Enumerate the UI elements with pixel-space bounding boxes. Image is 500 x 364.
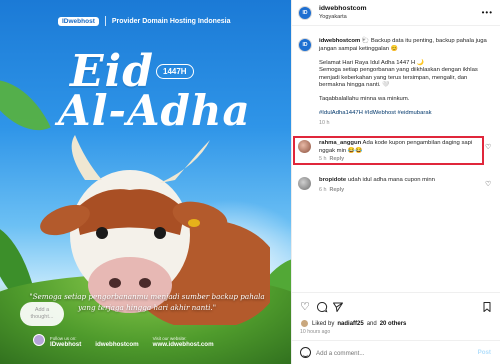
caption-line-3: Semoga setiap pengorbanan yang diikhlask… — [319, 67, 478, 88]
likes-others[interactable]: 20 others — [380, 321, 407, 327]
post-actions: ♡ Liked by nadiaff25 and 20 others 10 ho… — [292, 292, 500, 340]
caption-avatar[interactable] — [298, 38, 312, 52]
commenter-avatar[interactable] — [298, 177, 311, 190]
follow-label: Follow us on: — [50, 336, 77, 341]
right-horn — [160, 140, 210, 183]
bookmark-icon[interactable] — [481, 301, 493, 313]
reply-button[interactable]: Reply — [330, 187, 345, 193]
comment-item: bropidote udah idul adha mana cupon minn… — [298, 177, 496, 199]
caption-time: 10 h — [319, 119, 330, 126]
heart-icon[interactable]: ♡ — [485, 181, 492, 188]
post-image[interactable]: IDwebhost Provider Domain Hosting Indone… — [0, 0, 291, 364]
post-header: idwebhostcom Yogyakarta ••• — [292, 0, 500, 26]
like-heart-icon[interactable]: ♡ — [300, 301, 312, 313]
footer-handle-2: idwebhostcom — [95, 341, 139, 348]
footer-website: Visit our website: www.idwebhost.com — [153, 336, 214, 348]
visit-label: Visit our website: — [152, 336, 187, 341]
caption-username[interactable]: idwebhostcom — [319, 38, 360, 44]
footer-handle-1: IDwebhost — [50, 341, 82, 348]
add-comment-bar: Post — [292, 340, 500, 364]
header-location[interactable]: Yogyakarta — [319, 14, 347, 20]
instagram-post-view: IDwebhost Provider Domain Hosting Indone… — [0, 0, 500, 364]
comment-icon[interactable] — [316, 301, 328, 313]
caption-hashtags[interactable]: #IdulAdha1447H #IdWebhost #eidmubarak — [319, 110, 495, 118]
caption-line-2: Selamat Hari Raya Idul Adha 1447 H 🌙 — [319, 59, 425, 66]
emoji-icon[interactable] — [300, 347, 311, 358]
brand-divider — [104, 16, 106, 26]
header-username[interactable]: idwebhostcom — [319, 5, 367, 12]
highlight-box — [293, 136, 484, 165]
comment-text: bropidote udah idul adha mana cupon minn — [319, 177, 479, 185]
poster-footer: Follow us on: IDwebhost idwebhostcom Vis… — [36, 336, 214, 348]
left-eye — [96, 227, 108, 239]
more-horizontal-icon[interactable]: ••• — [482, 8, 493, 17]
nostril — [139, 278, 151, 288]
idwebhost-logo: IDwebhost — [58, 16, 99, 26]
title-year: 1447H — [156, 64, 194, 79]
share-icon[interactable] — [332, 301, 344, 313]
nostril — [109, 278, 121, 288]
post-time: 10 hours ago — [300, 329, 331, 335]
liker-username[interactable]: nadiaff25 — [337, 321, 363, 327]
comment-input[interactable] — [316, 347, 456, 359]
liker-avatar — [300, 319, 309, 328]
likes-prefix: Liked by — [312, 320, 335, 327]
add-thought-bubble[interactable]: Add a thought... — [20, 302, 64, 326]
right-eye — [154, 227, 166, 239]
post-details-panel: idwebhostcom Yogyakarta ••• idwebhostcom… — [291, 0, 500, 364]
profile-avatar[interactable] — [298, 6, 312, 20]
post-comment-button[interactable]: Post — [478, 349, 491, 356]
website-url: www.idwebhost.com — [152, 341, 214, 348]
comment-body: udah idul adha mana cupon minn — [347, 177, 435, 183]
comment-username[interactable]: bropidote — [319, 177, 346, 183]
heart-icon[interactable]: ♡ — [485, 144, 492, 151]
likes-summary[interactable]: Liked by nadiaff25 and 20 others — [300, 319, 406, 328]
brand-tagline: Provider Domain Hosting Indonesia — [111, 17, 231, 25]
likes-and: and — [366, 320, 377, 327]
footer-handle: idwebhostcom — [95, 336, 138, 348]
caption-line-4: Taqabbalallahu minna wa minkum. — [319, 96, 410, 102]
poster-brand-bar: IDwebhost Provider Domain Hosting Indone… — [58, 14, 231, 28]
ear-tag — [188, 219, 200, 227]
post-caption: idwebhostcom 🐑 Backup data itu penting, … — [319, 38, 495, 127]
comment-meta: 6 h Reply — [319, 187, 344, 193]
comment-time: 6 h — [319, 187, 327, 193]
footer-follow: Follow us on: IDwebhost — [36, 336, 81, 348]
left-horn — [71, 135, 102, 180]
